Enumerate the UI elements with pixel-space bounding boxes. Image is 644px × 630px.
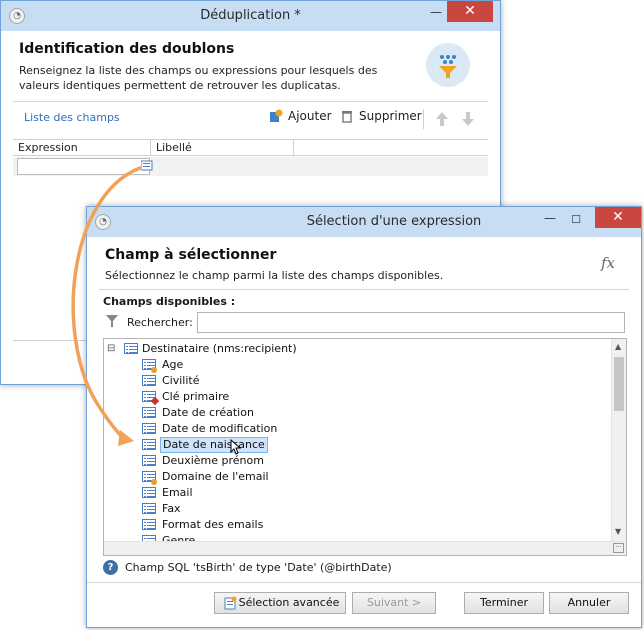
link-arrow bbox=[71, 166, 142, 446]
